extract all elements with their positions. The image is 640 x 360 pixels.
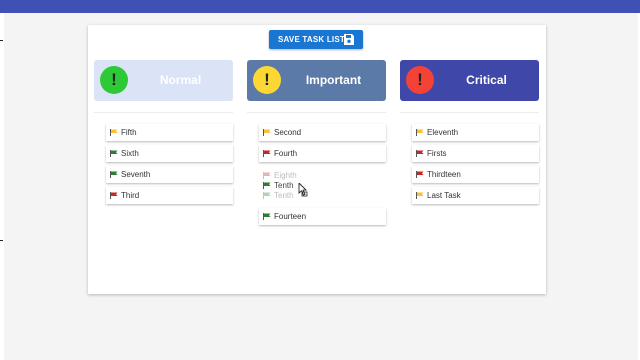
task-item[interactable]: Last Task xyxy=(412,187,539,204)
task-label: Last Task xyxy=(427,191,461,200)
column-divider xyxy=(247,112,386,113)
save-button-label: SAVE TASK LIST xyxy=(278,35,345,44)
flag-icon xyxy=(110,171,118,178)
task-item[interactable]: Fourteen xyxy=(259,208,386,225)
flag-icon xyxy=(263,150,271,157)
flag-icon xyxy=(416,150,424,157)
task-label: Sixth xyxy=(121,149,139,158)
task-item[interactable]: Fourth xyxy=(259,145,386,162)
flag-icon xyxy=(416,171,424,178)
task-label: Second xyxy=(274,128,302,137)
edge-mark xyxy=(0,40,3,41)
left-edge-strip xyxy=(0,13,4,360)
flag-icon xyxy=(110,150,118,157)
task-label: Thirdteen xyxy=(427,170,461,179)
flag-icon xyxy=(110,129,118,136)
task-item[interactable]: Firsts xyxy=(412,145,539,162)
task-label: Fourth xyxy=(274,149,298,158)
column-divider xyxy=(94,112,233,113)
edge-mark xyxy=(0,240,3,241)
task-label: Seventh xyxy=(121,170,151,179)
task-label: Eleventh xyxy=(427,128,459,137)
dragging-task-item[interactable]: Tenth xyxy=(259,177,386,194)
column-title-critical: Critical xyxy=(466,73,507,87)
flag-icon xyxy=(263,182,271,189)
column-divider xyxy=(400,112,539,113)
column-header-critical: ! Critical xyxy=(400,60,539,101)
flag-icon xyxy=(263,213,271,220)
flag-icon xyxy=(416,192,424,199)
column-title-important: Important xyxy=(305,73,362,87)
task-board-card: SAVE TASK LIST ! Normal Fifth Sixth Sevent… xyxy=(88,25,546,294)
flag-icon xyxy=(110,192,118,199)
task-label: Tenth xyxy=(274,181,294,190)
column-header-important: ! Important xyxy=(247,60,386,101)
floppy-disk-icon xyxy=(344,34,354,45)
task-label: Fourteen xyxy=(274,212,307,221)
move-cursor-icon xyxy=(298,183,308,197)
task-item[interactable]: Second xyxy=(259,124,386,141)
app-top-bar xyxy=(0,0,640,13)
column-title-normal: Normal xyxy=(159,73,202,87)
task-item[interactable]: Seventh xyxy=(106,166,233,183)
exclamation-icon: ! xyxy=(100,66,128,94)
save-task-list-button[interactable]: SAVE TASK LIST xyxy=(269,30,363,49)
task-item[interactable]: Thirdteen xyxy=(412,166,539,183)
task-item[interactable]: Third xyxy=(106,187,233,204)
task-item[interactable]: Sixth xyxy=(106,145,233,162)
flag-icon xyxy=(263,129,271,136)
task-item[interactable]: Eleventh xyxy=(412,124,539,141)
column-header-normal: ! Normal xyxy=(94,60,233,101)
task-label: Third xyxy=(121,191,140,200)
exclamation-icon: ! xyxy=(253,66,281,94)
task-item[interactable]: Fifth xyxy=(106,124,233,141)
task-label: Fifth xyxy=(121,128,137,137)
exclamation-icon: ! xyxy=(406,66,434,94)
task-label: Firsts xyxy=(427,149,447,158)
flag-icon xyxy=(416,129,424,136)
